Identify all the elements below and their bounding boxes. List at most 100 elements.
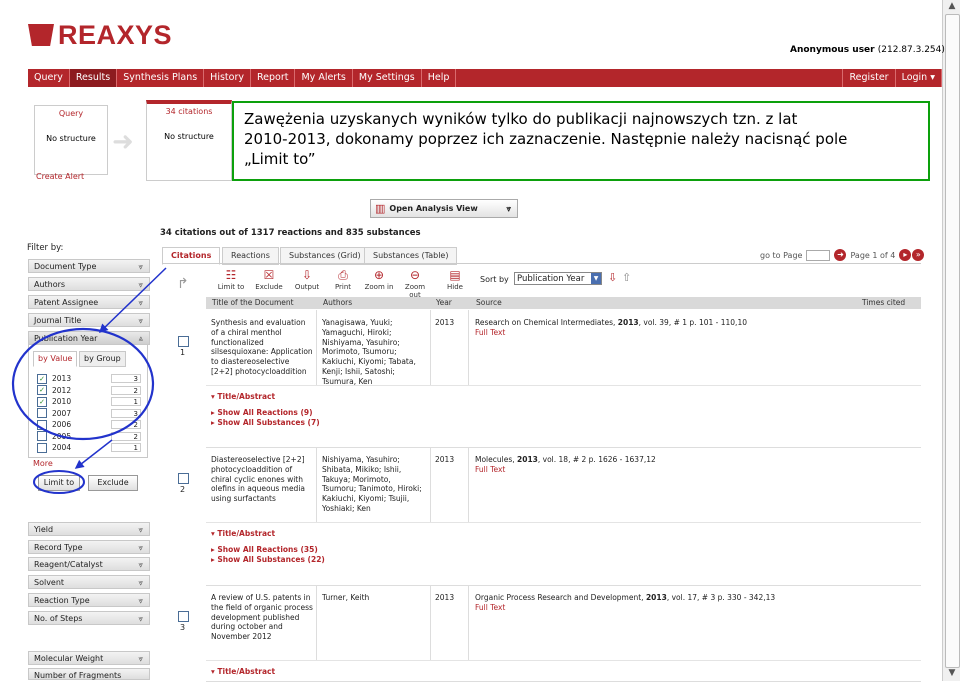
arrow-icon: ▸ bbox=[211, 545, 215, 554]
year-checkbox[interactable] bbox=[37, 408, 47, 418]
row-year: 2013 bbox=[435, 593, 455, 602]
col-times-cited[interactable]: Times cited bbox=[862, 297, 905, 309]
nav-my-settings[interactable]: My Settings bbox=[353, 69, 422, 87]
year-row[interactable]: ✓ 2013 3 bbox=[37, 373, 141, 384]
source-year: 2013 bbox=[517, 455, 538, 464]
go-arrow-icon[interactable]: ➜ bbox=[834, 249, 847, 261]
year-checkbox[interactable]: ✓ bbox=[37, 373, 47, 384]
sort-select[interactable]: Publication Year ▼ bbox=[514, 272, 602, 285]
toolbar-print[interactable]: ⎙ Print bbox=[328, 267, 358, 291]
col-title[interactable]: Title of the Document bbox=[212, 297, 294, 309]
nav-results[interactable]: Results bbox=[69, 69, 118, 87]
limit-to-button[interactable]: Limit to bbox=[38, 475, 80, 491]
full-text-link[interactable]: Full Text bbox=[475, 603, 505, 612]
row-link[interactable]: ▾ Title/Abstract bbox=[211, 529, 325, 539]
facet-molecular-weight[interactable]: Molecular Weight ⩔ bbox=[28, 651, 150, 665]
nav-report[interactable]: Report bbox=[251, 69, 296, 87]
facet-record-type[interactable]: Record Type ⩔ bbox=[28, 540, 150, 554]
facet-document-type[interactable]: Document Type ⩔ bbox=[28, 259, 150, 273]
year-row[interactable]: 2005 2 bbox=[37, 431, 141, 442]
row-selector: 1 bbox=[166, 310, 202, 447]
publication-year-panel: by Value by Group ✓ 2013 3 ✓ 2012 2 ✓ 2010 1 2007… bbox=[28, 344, 148, 458]
year-checkbox[interactable] bbox=[37, 431, 47, 441]
query-box-text: No structure bbox=[46, 134, 96, 143]
scroll-down-icon[interactable]: ▼ bbox=[946, 668, 958, 680]
year-row[interactable]: ✓ 2010 1 bbox=[37, 396, 141, 407]
nav-query[interactable]: Query bbox=[28, 69, 70, 87]
row-link[interactable]: ▸ Show All Substances (7) bbox=[211, 418, 320, 428]
sort-descending-icon[interactable]: ⇩ bbox=[608, 271, 617, 284]
user-label: Anonymous user bbox=[790, 45, 875, 55]
year-row[interactable]: ✓ 2012 2 bbox=[37, 385, 141, 396]
facet-patent-assignee[interactable]: Patent Assignee ⩔ bbox=[28, 295, 150, 309]
col-source[interactable]: Source bbox=[476, 297, 502, 309]
nav-synthesis-plans[interactable]: Synthesis Plans bbox=[117, 69, 205, 87]
row-link[interactable]: ▸ Show All Reactions (35) bbox=[211, 545, 325, 555]
citations-box[interactable]: 34 citations No structure bbox=[146, 100, 232, 181]
scroll-thumb[interactable] bbox=[945, 14, 960, 668]
open-analysis-view-button[interactable]: ▥ Open Analysis View ⩔ bbox=[370, 199, 518, 218]
row-authors: Yanagisawa, Yuuki; Yamaguchi, Hiroki; Ni… bbox=[322, 318, 416, 386]
toolbar-zoom-out[interactable]: ⊖ Zoom out bbox=[400, 267, 430, 299]
facet-no-of-steps[interactable]: No. of Steps ⩔ bbox=[28, 611, 150, 625]
facet-reaction-type[interactable]: Reaction Type ⩔ bbox=[28, 593, 150, 607]
year-row[interactable]: 2006 2 bbox=[37, 419, 141, 430]
sort-ascending-icon[interactable]: ⇧ bbox=[622, 271, 631, 284]
facet-publication-year[interactable]: Publication Year ⩓ bbox=[28, 331, 150, 345]
page-input[interactable] bbox=[806, 249, 831, 261]
row-link[interactable]: ▸ Show All Reactions (9) bbox=[211, 408, 320, 418]
facet-yield[interactable]: Yield ⩔ bbox=[28, 522, 150, 536]
exclude-button[interactable]: Exclude bbox=[88, 475, 138, 491]
last-page-icon[interactable]: » bbox=[912, 249, 925, 261]
nav-my-alerts[interactable]: My Alerts bbox=[295, 69, 353, 87]
nav-help[interactable]: Help bbox=[422, 69, 457, 87]
tab-by-value[interactable]: by Value bbox=[33, 351, 78, 367]
facet-authors[interactable]: Authors ⩔ bbox=[28, 277, 150, 291]
year-checkbox[interactable]: ✓ bbox=[37, 385, 47, 395]
year-count: 1 bbox=[111, 443, 141, 452]
year-checkbox[interactable]: ✓ bbox=[37, 396, 47, 407]
row-selector: 2 bbox=[166, 447, 202, 585]
facet-solvent[interactable]: Solvent ⩔ bbox=[28, 575, 150, 589]
tab-by-group[interactable]: by Group bbox=[79, 351, 126, 367]
source-journal: Research on Chemical Intermediates, bbox=[475, 318, 616, 327]
toolbar-zoom-in[interactable]: ⊕ Zoom in bbox=[364, 267, 394, 291]
toolbar-exclude[interactable]: ☒ Exclude bbox=[254, 267, 284, 291]
source-journal: Organic Process Research and Development… bbox=[475, 593, 644, 602]
full-text-link[interactable]: Full Text bbox=[475, 465, 505, 474]
row-link[interactable]: ▸ Show All Substances (22) bbox=[211, 555, 325, 565]
col-authors[interactable]: Authors bbox=[323, 297, 352, 309]
facet-number-of-fragments[interactable]: Number of Fragments bbox=[28, 668, 150, 680]
create-alert-link[interactable]: Create Alert bbox=[36, 172, 84, 181]
expand-icon: ▾ bbox=[211, 667, 215, 676]
facet-journal-title[interactable]: Journal Title ⩔ bbox=[28, 313, 150, 327]
row-link[interactable]: ▾ Title/Abstract bbox=[211, 392, 320, 402]
full-text-link[interactable]: Full Text bbox=[475, 328, 505, 337]
row-checkbox[interactable] bbox=[178, 473, 189, 484]
row-checkbox[interactable] bbox=[178, 336, 189, 347]
row-checkbox[interactable] bbox=[178, 611, 189, 622]
facet-reagent-catalyst[interactable]: Reagent/Catalyst ⩔ bbox=[28, 557, 150, 571]
nav-login[interactable]: Login ▾ bbox=[896, 69, 942, 87]
toolbar-hide[interactable]: ▤ Hide bbox=[440, 267, 470, 291]
nav-history[interactable]: History bbox=[204, 69, 251, 87]
row-number: 2 bbox=[180, 485, 186, 494]
scroll-up-icon[interactable]: ▲ bbox=[946, 1, 958, 13]
toolbar-output[interactable]: ⇩ Output bbox=[292, 267, 322, 291]
next-page-icon[interactable]: ▸ bbox=[899, 249, 912, 261]
source-year: 2013 bbox=[645, 593, 667, 602]
query-box[interactable]: Query No structure bbox=[34, 105, 108, 175]
col-divider bbox=[468, 447, 469, 522]
year-checkbox[interactable] bbox=[37, 442, 47, 453]
year-checkbox[interactable] bbox=[37, 419, 47, 430]
toolbar-limit-to[interactable]: ☷ Limit to bbox=[216, 267, 246, 291]
citations-box-text: No structure bbox=[164, 132, 214, 141]
year-row[interactable]: 2004 1 bbox=[37, 442, 141, 453]
row-link[interactable]: ▾ Title/Abstract bbox=[211, 667, 275, 677]
col-divider bbox=[430, 310, 431, 385]
year-row[interactable]: 2007 3 bbox=[37, 408, 141, 419]
nav-register[interactable]: Register bbox=[842, 69, 896, 87]
more-link[interactable]: More bbox=[33, 459, 53, 468]
vertical-scrollbar[interactable]: ▲ ▼ bbox=[942, 0, 960, 681]
col-year[interactable]: Year bbox=[436, 297, 452, 309]
